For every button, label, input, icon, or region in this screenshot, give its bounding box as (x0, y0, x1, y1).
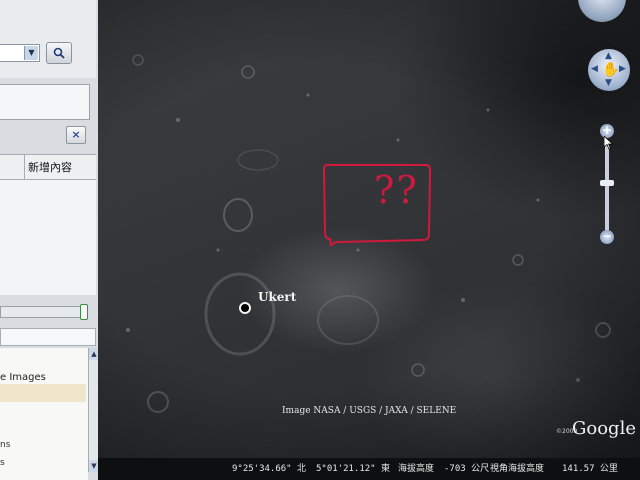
elevation-label: 海拔高度 (398, 464, 435, 474)
layer-item-selected[interactable] (0, 384, 86, 402)
arrow-down-icon[interactable]: ▼ (605, 78, 612, 88)
close-button[interactable]: × (66, 126, 86, 144)
annotation-text: ?? (374, 168, 419, 212)
opacity-slider[interactable] (0, 306, 86, 318)
search-icon (53, 47, 65, 59)
arrow-right-icon[interactable]: ▶ (619, 64, 626, 74)
layer-item[interactable]: ns (0, 440, 10, 450)
search-button[interactable] (46, 42, 72, 64)
layers-header (0, 328, 96, 346)
layer-item-images[interactable]: e Images (0, 372, 46, 383)
mouse-cursor-icon (604, 136, 614, 150)
longitude-readout: 5°01'21.12" 東 (316, 464, 391, 474)
tab-row: 新增內容 (0, 154, 96, 180)
tab-add-content[interactable]: 新增內容 (28, 159, 72, 175)
content-area (0, 180, 96, 295)
arrow-up-icon[interactable]: ▲ (605, 51, 612, 61)
layer-item[interactable]: s (0, 458, 5, 468)
eye-altitude-label: 視角海拔高度 (490, 464, 545, 474)
tab-divider (24, 155, 25, 179)
zoom-slider[interactable] (605, 142, 609, 232)
search-panel (0, 0, 96, 78)
status-bar: 9°25'34.66" 北 5°01'21.12" 東 海拔高度 -703 公尺… (98, 458, 640, 480)
placemark-icon[interactable] (239, 302, 251, 314)
imagery-credit: Image NASA / USGS / JAXA / SELENE (282, 406, 457, 416)
google-logo: Google (572, 418, 636, 439)
search-dropdown[interactable]: ▼ (0, 44, 40, 62)
elevation-value: -703 公尺 (444, 464, 490, 474)
arrow-left-icon[interactable]: ◀ (591, 64, 598, 74)
zoom-out-button[interactable]: − (600, 230, 614, 244)
result-panel (0, 84, 90, 120)
opacity-slider-handle[interactable] (80, 304, 88, 320)
hand-icon: ✋ (602, 62, 620, 78)
layers-panel (0, 348, 88, 480)
moon-map-view[interactable]: ▲ ◀ ▶ ▼ ✋ + − Ukert ?? Image NASA / USGS… (98, 0, 640, 458)
zoom-slider-handle[interactable] (600, 180, 614, 186)
move-control[interactable]: ▲ ◀ ▶ ▼ ✋ (588, 49, 630, 91)
placemark-label[interactable]: Ukert (258, 290, 296, 304)
chevron-down-icon[interactable]: ▼ (24, 46, 38, 60)
eye-altitude-value: 141.57 公里 (562, 464, 618, 474)
latitude-readout: 9°25'34.66" 北 (232, 464, 307, 474)
sidebar: ▼ × 新增內容 e Images ns s ▲ ▼ (0, 0, 100, 480)
